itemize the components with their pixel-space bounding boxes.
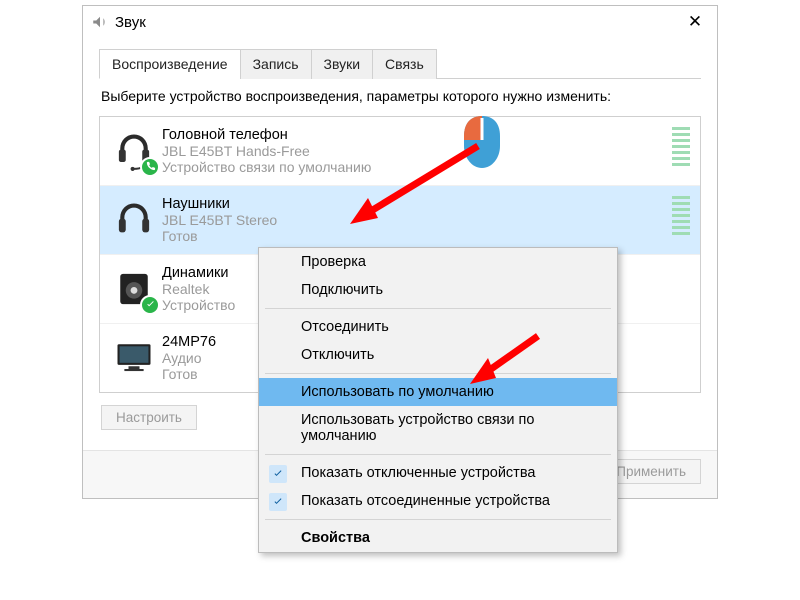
menu-connect[interactable]: Подключить [259,276,617,304]
window-title: Звук [115,14,673,31]
phone-badge-icon [140,157,160,177]
menu-disconnect[interactable]: Отсоединить [259,313,617,341]
menu-disable[interactable]: Отключить [259,341,617,369]
device-status: Готов [162,228,664,244]
check-icon [269,493,287,511]
tab-playback[interactable]: Воспроизведение [99,49,241,79]
device-title: Наушники [162,196,664,212]
menu-set-default-comm[interactable]: Использовать устройство связи по умолчан… [259,406,617,450]
menu-show-disconnected[interactable]: Показать отсоединенные устройства [259,487,617,515]
menu-set-default[interactable]: Использовать по умолчанию [259,378,617,406]
instruction-text: Выберите устройство воспроизведения, пар… [101,87,699,106]
context-menu: Проверка Подключить Отсоединить Отключит… [258,247,618,553]
titlebar: Звук ✕ [83,6,717,38]
check-badge-icon [140,295,160,315]
menu-show-disabled[interactable]: Показать отключенные устройства [259,459,617,487]
level-meter [670,127,690,166]
device-status: Устройство связи по умолчанию [162,159,664,175]
device-sub: JBL E45BT Stereo [162,212,664,228]
tab-strip: Воспроизведение Запись Звуки Связь [99,48,701,79]
speaker-icon [106,265,162,313]
device-row-headset[interactable]: Головной телефон JBL E45BT Hands-Free Ус… [100,117,700,185]
sound-title-icon [91,13,109,31]
tab-sounds[interactable]: Звуки [311,49,374,79]
device-info: Головной телефон JBL E45BT Hands-Free Ус… [162,127,664,175]
menu-separator [265,454,611,455]
level-meter [670,196,690,235]
device-row-headphones[interactable]: Наушники JBL E45BT Stereo Готов [100,185,700,254]
menu-separator [265,373,611,374]
device-sub: JBL E45BT Hands-Free [162,143,664,159]
tab-recording[interactable]: Запись [240,49,312,79]
tab-communications[interactable]: Связь [372,49,437,79]
menu-label: Показать отключенные устройства [301,465,535,481]
menu-test[interactable]: Проверка [259,248,617,276]
check-icon [269,465,287,483]
menu-properties[interactable]: Свойства [259,524,617,552]
device-info: Наушники JBL E45BT Stereo Готов [162,196,664,244]
menu-label: Показать отсоединенные устройства [301,493,550,509]
monitor-icon [106,334,162,382]
headphones-icon [106,196,162,244]
device-title: Головной телефон [162,127,664,143]
headset-icon [106,127,162,175]
menu-separator [265,519,611,520]
menu-separator [265,308,611,309]
close-button[interactable]: ✕ [673,12,717,32]
configure-button[interactable]: Настроить [101,405,197,430]
